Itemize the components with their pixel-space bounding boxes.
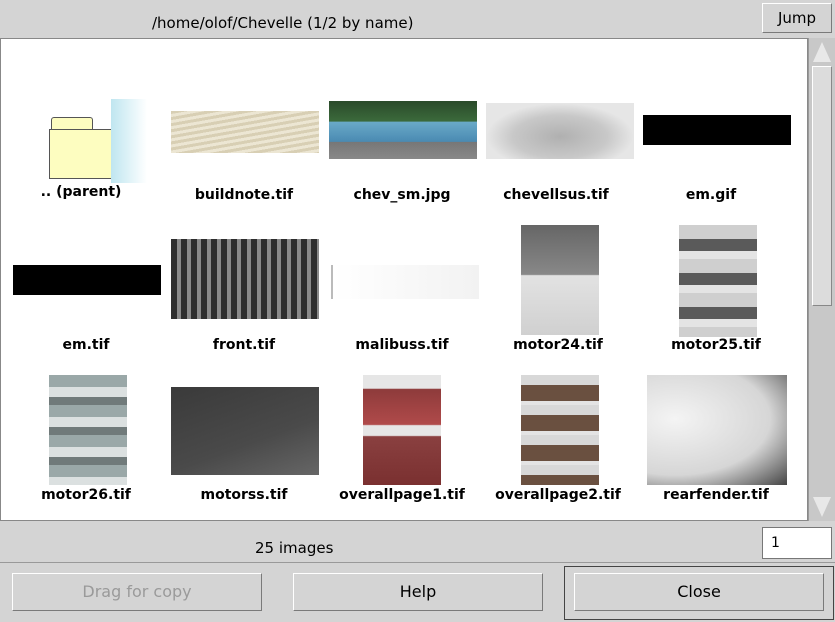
item-label: rearfender.tif	[663, 487, 769, 503]
image-thumbnail	[521, 225, 599, 335]
item-label: motorss.tif	[200, 487, 288, 503]
item-label: chev_sm.jpg	[353, 187, 451, 203]
close-button[interactable]: Close	[574, 573, 824, 611]
title-bar: /home/olof/Chevelle (1/2 by name)	[0, 0, 760, 38]
image-thumbnail	[171, 239, 319, 319]
help-button[interactable]: Help	[293, 573, 543, 611]
image-thumbnail	[363, 375, 441, 485]
grid-item[interactable]: em.tif	[1, 209, 161, 359]
image-thumbnail	[171, 111, 319, 153]
item-label: malibuss.tif	[355, 337, 449, 353]
grid-item[interactable]: chevellsus.tif	[481, 39, 634, 209]
grid-item[interactable]: motor24.tif	[481, 209, 631, 359]
page-field[interactable]: 1	[762, 527, 832, 559]
item-label: buildnote.tif	[194, 187, 294, 203]
directory-title: /home/olof/Chevelle (1/2 by name)	[152, 14, 414, 32]
image-thumbnail	[49, 375, 127, 485]
item-label: chevellsus.tif	[503, 187, 609, 203]
image-thumbnail	[486, 103, 634, 159]
grid-item[interactable]: em.gif	[641, 39, 791, 209]
image-thumbnail	[643, 115, 791, 145]
item-label: overallpage2.tif	[495, 487, 621, 503]
grid-item-parent[interactable]: .. (parent)	[1, 39, 161, 200]
grid-item[interactable]: motor26.tif	[1, 359, 151, 509]
image-count: 25 images	[255, 539, 334, 557]
item-label: motor24.tif	[513, 337, 603, 353]
jump-button[interactable]: Jump	[762, 3, 832, 33]
grid-item[interactable]: motorss.tif	[161, 359, 319, 509]
grid-item[interactable]: overallpage1.tif	[321, 359, 471, 509]
item-label: motor26.tif	[41, 487, 131, 503]
item-label: front.tif	[212, 337, 276, 353]
drag-for-copy-button[interactable]: Drag for copy	[12, 573, 262, 611]
grid-item[interactable]: rearfender.tif	[641, 359, 791, 509]
item-label: em.gif	[685, 187, 737, 203]
grid-item[interactable]: overallpage2.tif	[481, 359, 631, 509]
scroll-thumb[interactable]	[812, 66, 832, 306]
scroll-down-arrow-icon[interactable]	[813, 497, 831, 517]
item-label: .. (parent)	[40, 184, 122, 200]
image-thumbnail	[13, 265, 161, 295]
grid-item[interactable]: motor25.tif	[641, 209, 791, 359]
image-thumbnail	[647, 375, 787, 485]
item-label: motor25.tif	[671, 337, 761, 353]
grid-item[interactable]: front.tif	[161, 209, 319, 359]
divider	[0, 562, 835, 563]
scroll-up-arrow-icon[interactable]	[813, 42, 831, 62]
item-label: em.tif	[62, 337, 110, 353]
image-thumbnail	[679, 225, 757, 337]
grid-item[interactable]: buildnote.tif	[161, 39, 319, 209]
thumbnail-grid[interactable]: .. (parent) buildnote.tif chev_sm.jpg ch…	[0, 38, 808, 521]
vertical-scrollbar[interactable]	[808, 38, 835, 521]
image-thumbnail	[171, 387, 319, 475]
grid-item[interactable]: chev_sm.jpg	[321, 39, 477, 209]
grid-item[interactable]: malibuss.tif	[321, 209, 479, 359]
item-label: overallpage1.tif	[339, 487, 465, 503]
image-thumbnail	[331, 265, 479, 299]
folder-shadow	[111, 99, 147, 183]
image-thumbnail	[521, 375, 599, 485]
image-thumbnail	[329, 101, 477, 159]
